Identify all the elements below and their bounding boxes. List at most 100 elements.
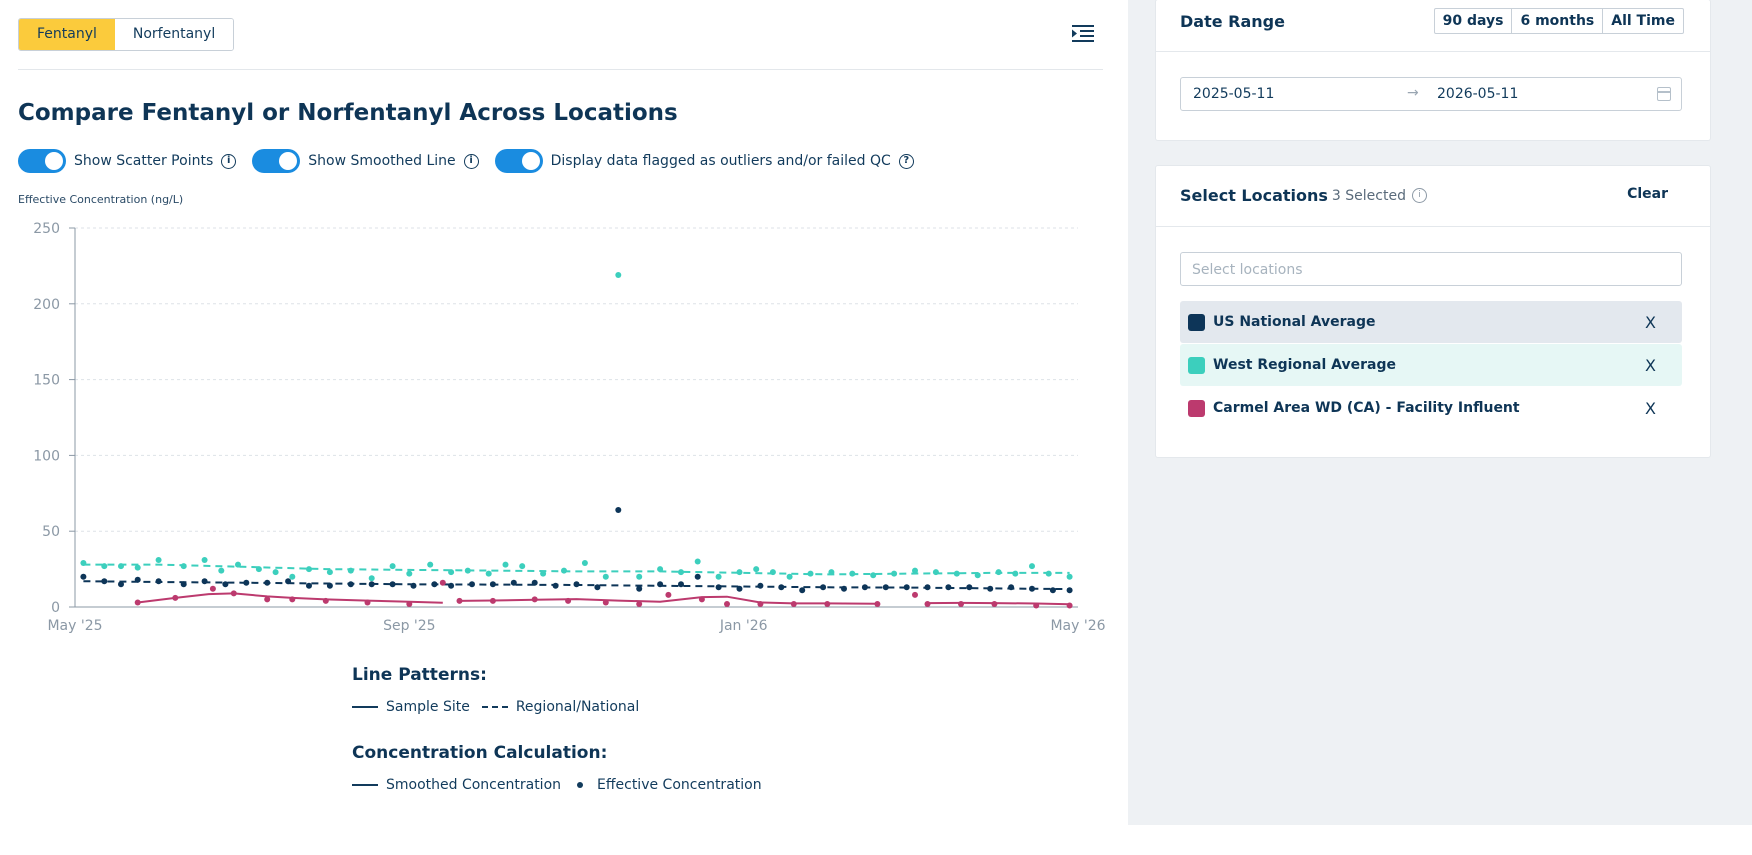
range-all-time-button[interactable]: All Time — [1602, 9, 1683, 33]
data-point — [820, 584, 827, 591]
data-point — [427, 561, 434, 568]
data-point — [882, 584, 889, 591]
toggle-scatter-points: Show Scatter Points i — [18, 149, 237, 173]
range-90-days-button[interactable]: 90 days — [1435, 9, 1512, 33]
data-point — [489, 581, 496, 588]
clear-button[interactable]: Clear — [1627, 186, 1668, 202]
data-point — [1066, 602, 1073, 609]
data-point — [347, 581, 354, 588]
y-tick-label: 100 — [33, 448, 60, 464]
legend-patterns-title: Line Patterns: — [352, 665, 487, 685]
info-icon[interactable]: i — [1411, 188, 1427, 203]
data-point — [155, 557, 162, 563]
location-search-input[interactable]: Select locations — [1180, 252, 1682, 286]
data-point — [912, 567, 918, 574]
color-swatch — [1188, 313, 1205, 331]
data-point — [974, 572, 981, 579]
data-point — [389, 563, 396, 570]
legend-effective: Effective Concentration — [597, 777, 762, 793]
menu-indent-icon[interactable] — [1072, 24, 1094, 44]
toggle-smoothed-line: Show Smoothed Line i — [252, 149, 479, 173]
range-6-months-button[interactable]: 6 months — [1511, 9, 1602, 33]
legend-sample-site: Sample Site — [386, 699, 470, 715]
data-point — [368, 581, 375, 588]
location-name: West Regional Average — [1213, 357, 1396, 373]
smoothed-line — [83, 563, 1070, 576]
data-point — [230, 590, 237, 597]
calendar-icon[interactable] — [1657, 87, 1671, 101]
y-tick-label: 200 — [33, 297, 60, 313]
close-icon[interactable]: X — [1645, 313, 1656, 332]
data-point — [118, 581, 124, 588]
toggle-outliers: Display data flagged as outliers and/or … — [494, 149, 914, 173]
data-point — [573, 581, 580, 588]
data-point — [891, 570, 898, 577]
data-point — [519, 563, 526, 570]
info-icon[interactable]: i — [463, 153, 479, 169]
data-point — [636, 585, 643, 592]
outliers-switch[interactable] — [494, 149, 543, 173]
data-point — [255, 566, 262, 573]
data-point — [861, 584, 868, 591]
close-icon[interactable]: X — [1645, 356, 1656, 375]
solid-line-swatch — [352, 784, 378, 786]
data-point — [715, 573, 722, 580]
data-point — [222, 581, 229, 588]
data-point — [1008, 584, 1015, 591]
help-icon[interactable]: ? — [898, 153, 914, 169]
color-swatch — [1188, 356, 1205, 374]
data-point — [769, 569, 776, 576]
legend-smoothed: Smoothed Concentration — [386, 777, 562, 793]
smoothed-line-switch[interactable] — [252, 149, 301, 173]
x-tick-label: May '25 — [47, 618, 102, 634]
data-point — [306, 582, 312, 589]
data-point — [757, 582, 764, 589]
data-point — [958, 601, 964, 607]
data-point — [602, 573, 609, 580]
data-point — [531, 579, 538, 586]
color-swatch — [1188, 399, 1205, 417]
info-icon[interactable]: i — [221, 153, 237, 169]
data-point — [841, 585, 847, 592]
scatter-points-switch[interactable] — [18, 149, 66, 173]
data-point — [636, 601, 643, 607]
legend-patterns-row: Sample Site Regional/National — [352, 699, 762, 715]
data-point — [594, 584, 601, 591]
end-date[interactable]: 2026-05-11 — [1437, 86, 1518, 102]
data-point — [602, 599, 609, 606]
arrow-right-icon: → — [1407, 85, 1419, 101]
data-point — [489, 597, 496, 604]
data-point — [209, 585, 216, 592]
legend-calc-row: Smoothed Concentration Effective Concent… — [352, 777, 762, 793]
data-point — [953, 570, 960, 577]
data-point — [264, 596, 271, 603]
data-point — [807, 570, 814, 577]
smoothed-line — [927, 601, 1070, 606]
data-point — [155, 578, 162, 585]
date-range-picker[interactable]: 2025-05-11 → 2026-05-11 — [1180, 77, 1682, 111]
date-range-title: Date Range — [1180, 12, 1285, 31]
data-point — [80, 560, 87, 566]
data-point — [180, 581, 187, 588]
data-point — [326, 569, 333, 576]
data-point — [448, 569, 455, 576]
data-point — [552, 582, 559, 589]
data-point — [715, 584, 722, 591]
data-point — [694, 558, 701, 565]
x-tick-label: Jan '26 — [719, 618, 768, 634]
data-point — [439, 579, 446, 586]
date-range-card: Date Range 90 days 6 months All Time 202… — [1156, 0, 1710, 140]
data-point — [657, 566, 664, 573]
location-item-us-national: US National Average X — [1180, 301, 1682, 343]
data-point — [469, 581, 475, 588]
data-point — [80, 573, 87, 580]
data-point — [678, 569, 684, 576]
close-icon[interactable]: X — [1645, 399, 1656, 418]
data-point — [786, 573, 793, 580]
data-point — [799, 587, 806, 594]
tab-fentanyl[interactable]: Fentanyl — [19, 19, 115, 50]
tab-norfentanyl[interactable]: Norfentanyl — [114, 19, 234, 50]
data-point — [924, 601, 931, 607]
data-point — [565, 597, 572, 604]
start-date[interactable]: 2025-05-11 — [1193, 86, 1274, 102]
